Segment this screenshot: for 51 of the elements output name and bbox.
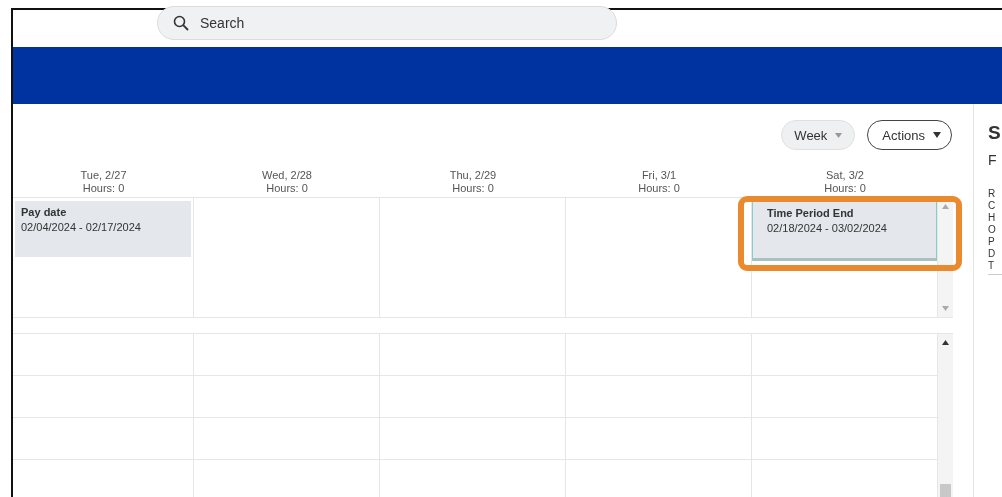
search-icon [173,15,189,31]
day-date: Sat, 3/2 [825,169,865,182]
caret-icon [933,132,941,138]
calendar-cell[interactable] [13,418,194,460]
event-title: Pay date [21,205,68,220]
calendar-cell[interactable] [566,418,752,460]
calendar-cell[interactable] [380,418,566,460]
scrollbar[interactable] [938,334,953,497]
day-date: Thu, 2/29 [448,169,498,182]
day-hours: Hours: 0 [265,182,309,195]
panel-title: S [988,122,1002,145]
panel-row-label: P [988,236,996,248]
panel-row-label: H [988,212,997,224]
scrollbar-thumb[interactable] [940,484,951,497]
calendar-cell[interactable]: Pay date 02/04/2024 - 02/17/2024 [13,198,194,318]
actions-button[interactable]: Actions [867,120,952,150]
search-field[interactable]: Search [157,6,617,40]
calendar-cell[interactable] [194,198,380,318]
panel-subtitle: F [988,152,998,170]
panel-row-label: R [988,188,997,200]
event-date-range: 02/18/2024 - 03/02/2024 [767,222,887,234]
calendar-cell[interactable] [194,334,380,376]
calendar-cell[interactable] [380,376,566,418]
event-card[interactable]: Time Period End 02/18/2024 - 03/02/2024 [752,199,937,261]
view-dropdown[interactable]: Week [781,120,856,150]
scroll-up-icon[interactable] [942,340,949,345]
day-date: Tue, 2/27 [79,169,128,182]
calendar-cell[interactable]: Time Period End 02/18/2024 - 03/02/2024 [752,198,938,318]
scroll-down-icon[interactable] [942,306,949,311]
calendar-cell[interactable] [566,376,752,418]
calendar-cell[interactable] [566,334,752,376]
event-date-range: 02/04/2024 - 02/17/2024 [21,221,141,233]
panel-row-label: C [988,200,997,212]
day-hours: Hours: 0 [637,182,681,195]
panel-row-label: D [988,248,997,260]
calendar-cell[interactable] [380,198,566,318]
calendar-cell[interactable] [13,376,194,418]
day-hours: Hours: 0 [451,182,495,195]
event-title: Time Period End [767,206,855,221]
caret-icon [835,132,843,138]
event-card[interactable]: Pay date 02/04/2024 - 02/17/2024 [15,201,191,257]
day-date: Wed, 2/28 [261,169,313,182]
calendar-cell[interactable] [194,418,380,460]
day-hours: Hours: 0 [823,182,867,195]
panel-row-label: O [988,224,997,236]
calendar-cell[interactable] [380,334,566,376]
calendar-cell[interactable] [13,334,194,376]
day-hours: Hours: 0 [81,182,126,195]
day-date: Fri, 3/1 [640,169,678,182]
panel-row-label: T [988,260,996,272]
calendar-cell[interactable] [194,376,380,418]
